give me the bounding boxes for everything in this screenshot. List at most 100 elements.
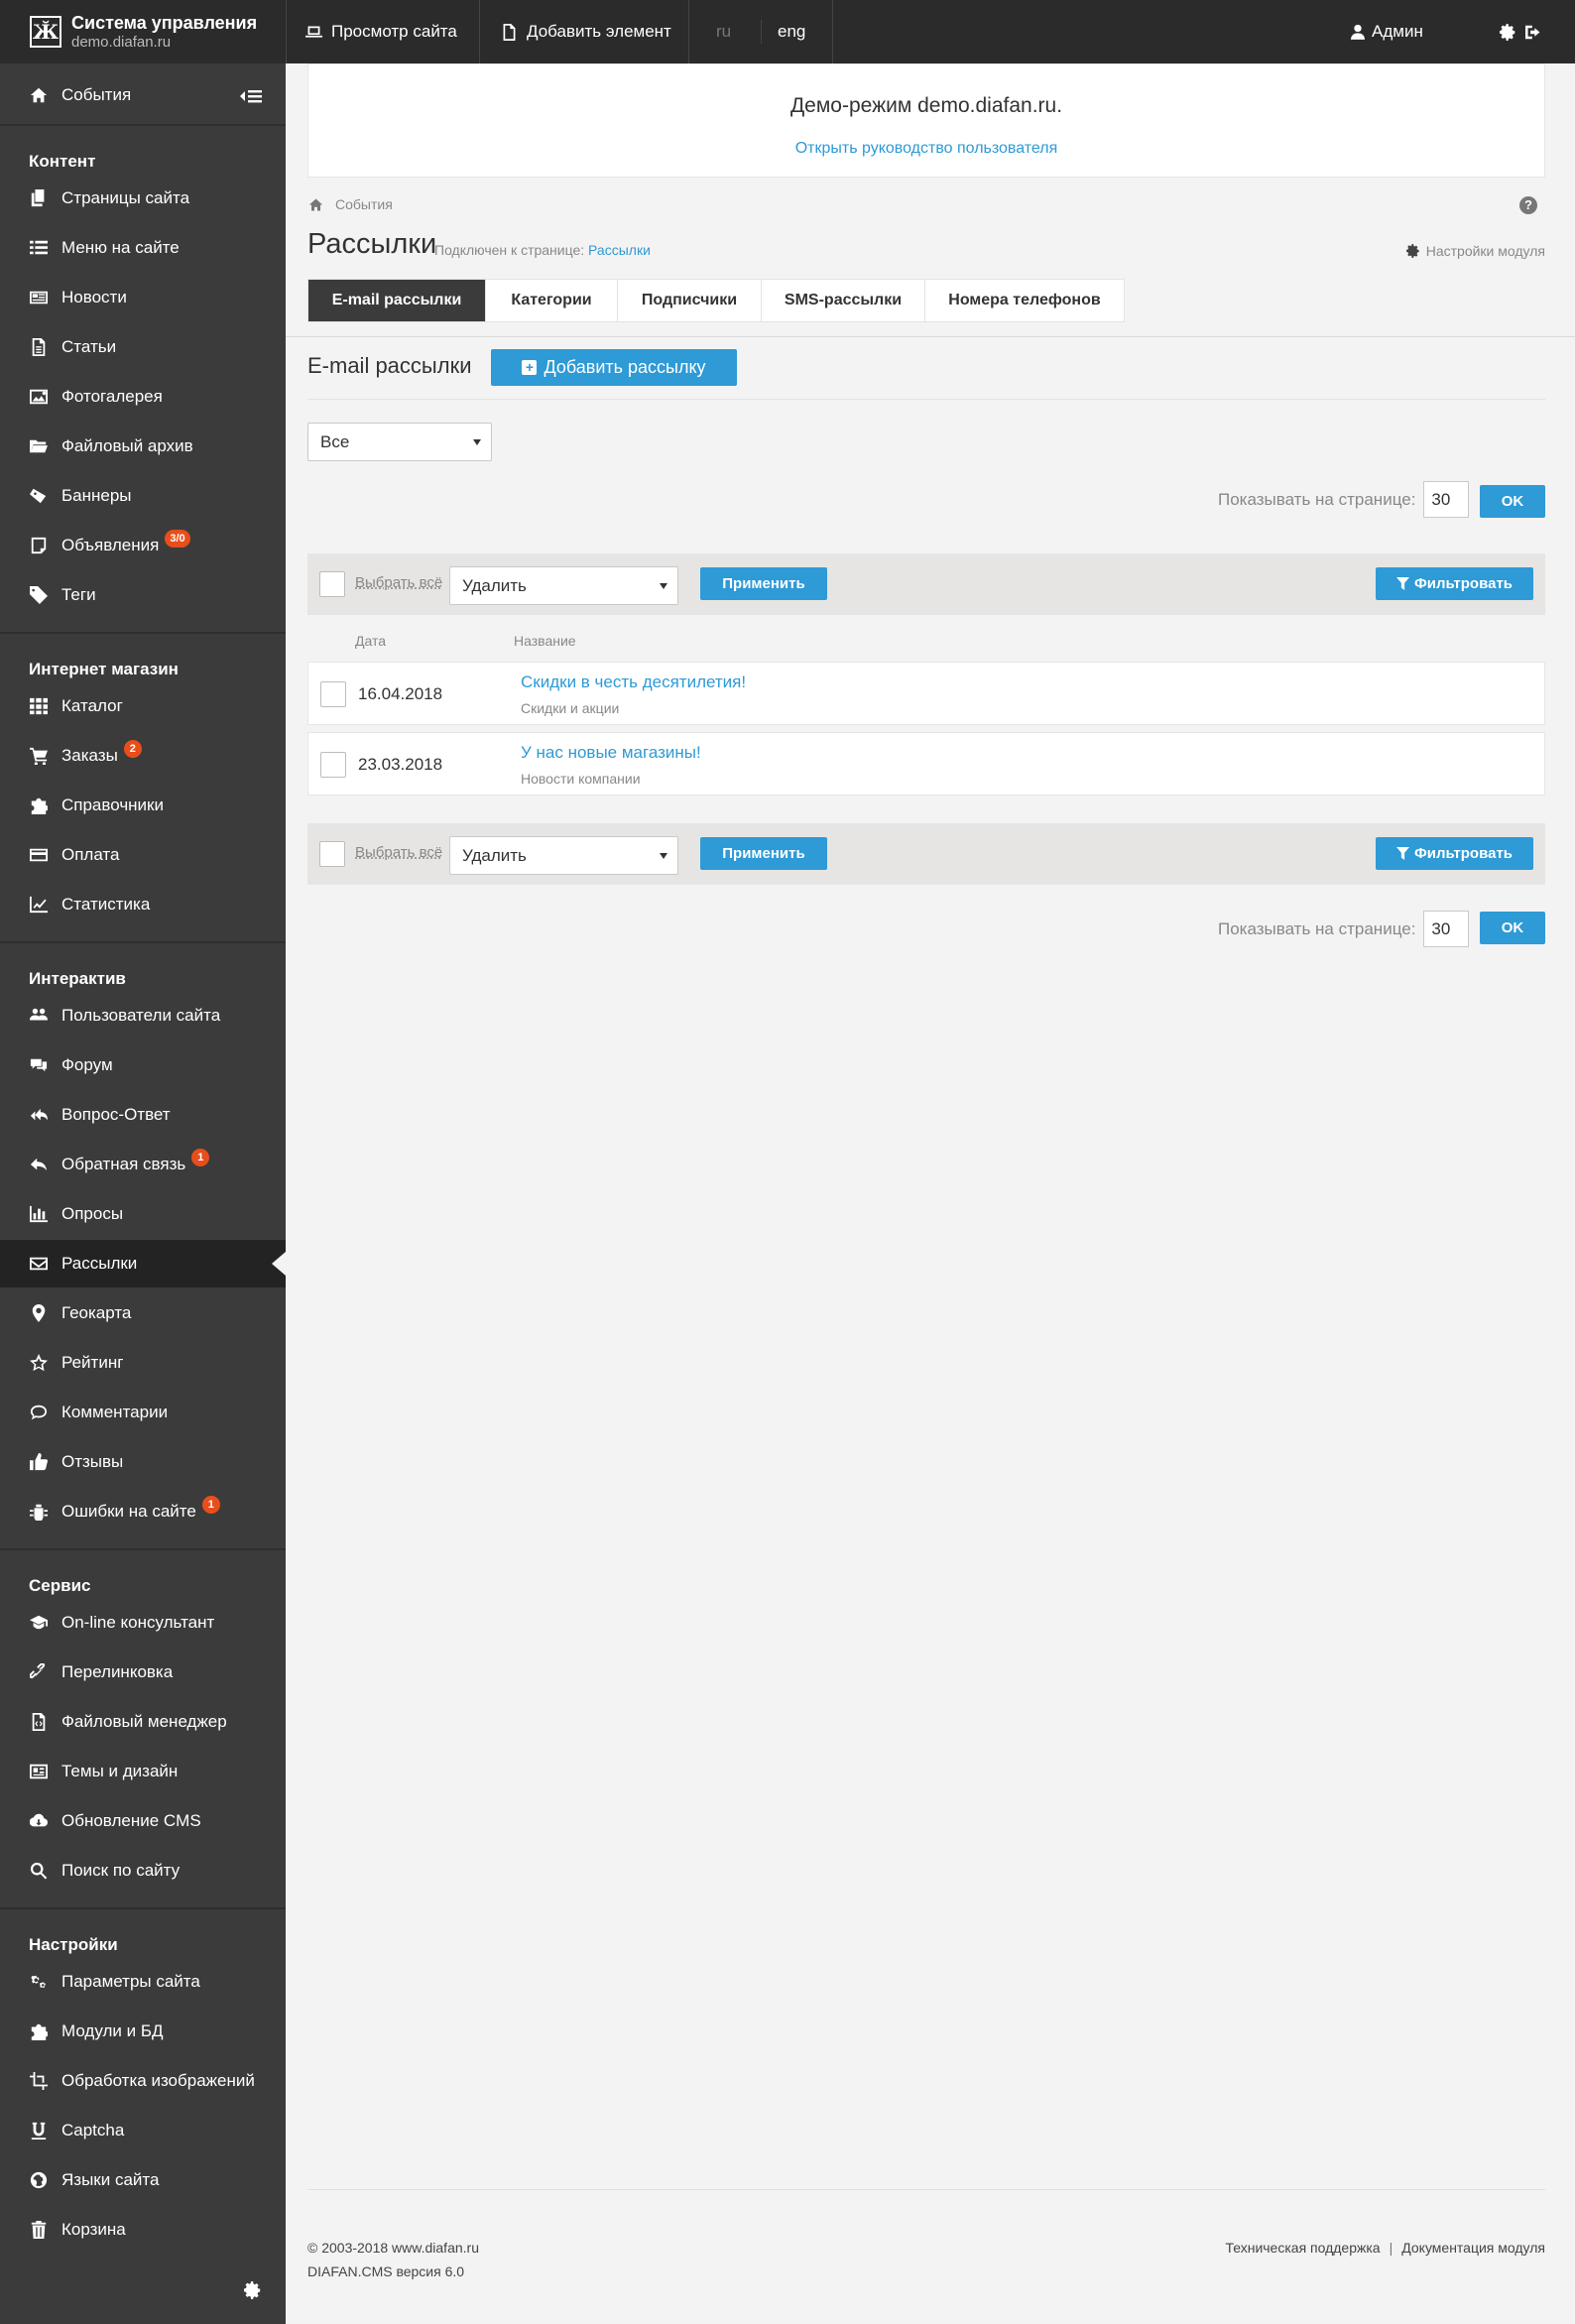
tab-phone-numbers[interactable]: Номера телефонов bbox=[925, 280, 1124, 321]
sidebar-item[interactable]: Комментарии bbox=[0, 1389, 286, 1436]
sidebar-item[interactable]: Статьи bbox=[0, 323, 286, 371]
help-icon[interactable]: ? bbox=[1519, 196, 1537, 214]
sidebar-item[interactable]: Модули и БД bbox=[0, 2008, 286, 2055]
sidebar-item-label: Темы и дизайн bbox=[61, 1762, 179, 1780]
add-element-button[interactable]: Добавить элемент bbox=[501, 0, 671, 63]
sidebar-item[interactable]: Фотогалерея bbox=[0, 373, 286, 421]
row-title-link[interactable]: Скидки в честь десятилетия! bbox=[521, 673, 746, 692]
lang-ru-link[interactable]: ru bbox=[716, 0, 731, 63]
sidebar-item[interactable]: Теги bbox=[0, 571, 286, 619]
column-header-date: Дата bbox=[355, 633, 387, 649]
filter-icon bbox=[1395, 577, 1409, 590]
sidebar-item[interactable]: Файловый архив bbox=[0, 423, 286, 470]
row-checkbox[interactable] bbox=[320, 752, 346, 778]
lang-eng-link[interactable]: eng bbox=[778, 0, 805, 63]
sidebar-item-label: Файловый менеджер bbox=[61, 1712, 227, 1731]
tab-sms-newsletters[interactable]: SMS-рассылки bbox=[762, 280, 925, 321]
sidebar-item[interactable]: Отзывы bbox=[0, 1438, 286, 1486]
category-filter-select[interactable]: Все bbox=[307, 423, 492, 461]
tab-categories[interactable]: Категории bbox=[486, 280, 618, 321]
module-settings-link[interactable]: Настройки модуля bbox=[1405, 243, 1545, 259]
bulk-action-select[interactable]: Удалить bbox=[449, 836, 678, 875]
tab-email-newsletters[interactable]: E-mail рассылки bbox=[308, 280, 486, 321]
view-site-button[interactable]: Просмотр сайта bbox=[305, 0, 457, 63]
sidebar-item[interactable]: Пользователи сайта bbox=[0, 992, 286, 1040]
apply-button[interactable]: Применить bbox=[700, 567, 827, 600]
sidebar-item[interactable]: Вопрос-Ответ bbox=[0, 1091, 286, 1139]
row-title-link[interactable]: У нас новые магазины! bbox=[521, 743, 701, 763]
settings-button[interactable] bbox=[1500, 0, 1525, 63]
sidebar-item[interactable]: Статистика bbox=[0, 881, 286, 928]
sidebar-item[interactable]: Ошибки на сайте 1 bbox=[0, 1488, 286, 1535]
sidebar-item-label: Каталог bbox=[61, 696, 123, 715]
select-all-link[interactable]: Выбрать всё bbox=[355, 844, 442, 861]
connected-page-link[interactable]: Рассылки bbox=[588, 242, 651, 258]
per-page-ok-button[interactable]: OK bbox=[1480, 912, 1545, 944]
sidebar-item-label: Пользователи сайта bbox=[61, 1006, 221, 1025]
support-link[interactable]: Техническая поддержка bbox=[1225, 2240, 1380, 2256]
logout-button[interactable] bbox=[1525, 0, 1551, 63]
select-all-checkbox[interactable] bbox=[319, 571, 345, 597]
docs-link[interactable]: Документация модуля bbox=[1401, 2240, 1545, 2256]
sidebar-item[interactable]: Captcha bbox=[0, 2107, 286, 2154]
sidebar-item[interactable]: Баннеры bbox=[0, 472, 286, 520]
sidebar-item[interactable]: Оплата bbox=[0, 831, 286, 879]
collapse-menu-button[interactable] bbox=[230, 85, 266, 107]
filter-button[interactable]: Фильтровать bbox=[1376, 837, 1533, 870]
sidebar-item[interactable]: Новости bbox=[0, 274, 286, 321]
sidebar-item[interactable]: Параметры сайта bbox=[0, 1958, 286, 2006]
per-page-input[interactable]: 30 bbox=[1423, 911, 1470, 947]
row-checkbox[interactable] bbox=[320, 681, 346, 707]
per-page-input[interactable]: 30 bbox=[1423, 481, 1470, 518]
filter-label: Фильтровать bbox=[1413, 845, 1514, 862]
sidebar-item[interactable]: Обратная связь 1 bbox=[0, 1141, 286, 1188]
sidebar-item[interactable]: Перелинковка bbox=[0, 1649, 286, 1696]
sidebar-item[interactable]: Меню на сайте bbox=[0, 224, 286, 272]
per-page-ok-button[interactable]: OK bbox=[1480, 485, 1545, 518]
bulk-action-select[interactable]: Удалить bbox=[449, 566, 678, 605]
sidebar-item[interactable]: Заказы 2 bbox=[0, 732, 286, 780]
sidebar-item[interactable]: Обновление CMS bbox=[0, 1797, 286, 1845]
filter-button[interactable]: Фильтровать bbox=[1376, 567, 1533, 600]
sidebar-item[interactable]: On-line консультант bbox=[0, 1599, 286, 1647]
sidebar-item[interactable]: Страницы сайта bbox=[0, 175, 286, 222]
user-guide-link[interactable]: Открыть руководство пользователя bbox=[308, 140, 1544, 158]
connected-page-info: Подключен к странице: Рассылки bbox=[434, 242, 651, 258]
sidebar-item-label: Оплата bbox=[61, 845, 120, 864]
sidebar-item[interactable]: Корзина bbox=[0, 2206, 286, 2254]
sidebar-item[interactable]: Геокарта bbox=[0, 1289, 286, 1337]
category-filter-value: Все bbox=[320, 431, 350, 451]
sidebar-settings-button[interactable] bbox=[244, 2281, 264, 2301]
sidebar-item[interactable]: Темы и дизайн bbox=[0, 1748, 286, 1795]
select-all-checkbox[interactable] bbox=[319, 841, 345, 867]
envelope-icon bbox=[28, 1255, 50, 1273]
tab-subscribers[interactable]: Подписчики bbox=[618, 280, 762, 321]
home-icon bbox=[28, 86, 50, 104]
sidebar-item[interactable]: Справочники bbox=[0, 782, 286, 829]
table-row[interactable]: 16.04.2018 Скидки в честь десятилетия! С… bbox=[307, 662, 1545, 725]
sidebar-item[interactable]: Рейтинг bbox=[0, 1339, 286, 1387]
breadcrumb-item-events[interactable]: События bbox=[335, 196, 393, 212]
plus-icon: + bbox=[522, 360, 538, 375]
filter-icon bbox=[1395, 847, 1409, 860]
sidebar-item-label: Captcha bbox=[61, 2121, 125, 2140]
sidebar-item[interactable]: Опросы bbox=[0, 1190, 286, 1238]
sidebar-item[interactable]: Каталог bbox=[0, 682, 286, 730]
add-newsletter-button[interactable]: + Добавить рассылку bbox=[491, 349, 737, 386]
per-page-top: Показывать на странице: 30 bbox=[1218, 481, 1470, 518]
user-menu[interactable]: Админ bbox=[1351, 0, 1423, 63]
sidebar-item[interactable]: Обработка изображений bbox=[0, 2057, 286, 2105]
sidebar-item[interactable]: Форум bbox=[0, 1041, 286, 1089]
notification-badge: 2 bbox=[123, 740, 142, 758]
sidebar-item[interactable]: Языки сайта bbox=[0, 2156, 286, 2204]
sidebar-item-label: Баннеры bbox=[61, 486, 132, 505]
sidebar-item[interactable]: Файловый менеджер bbox=[0, 1698, 286, 1746]
sidebar-item[interactable]: Рассылки bbox=[0, 1240, 286, 1287]
apply-button[interactable]: Применить bbox=[700, 837, 827, 870]
logo-block[interactable]: Ӂ Система управления demo.diafan.ru bbox=[0, 0, 286, 63]
user-icon bbox=[1351, 24, 1365, 40]
select-all-link[interactable]: Выбрать всё bbox=[355, 574, 442, 591]
table-row[interactable]: 23.03.2018 У нас новые магазины! Новости… bbox=[307, 732, 1545, 795]
sidebar-item[interactable]: Поиск по сайту bbox=[0, 1847, 286, 1895]
sidebar-item[interactable]: Объявления 3/0 bbox=[0, 522, 286, 569]
